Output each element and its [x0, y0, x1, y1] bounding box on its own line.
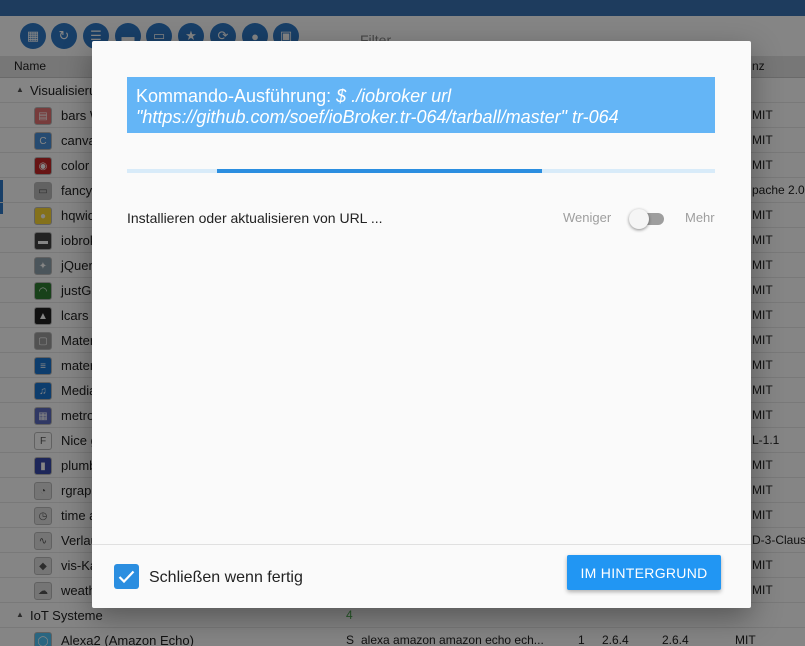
command-dialog: Kommando-Ausführung: $ ./iobroker url "h… [92, 41, 751, 608]
checkmark-icon [118, 570, 135, 583]
close-when-done-label[interactable]: Schließen wenn fertig [149, 569, 303, 587]
toggle-knob[interactable] [629, 209, 649, 229]
close-when-done-checkbox[interactable] [114, 564, 139, 589]
more-label: Mehr [685, 210, 715, 225]
footer-divider [92, 544, 751, 545]
less-label: Weniger [563, 210, 612, 225]
app-window: ▦ ↻ ☰ ▬ ▭ ★ ⟳ ● ▣ Filter Name nz ▲ Visua… [0, 0, 805, 646]
run-in-background-button[interactable]: IM HINTERGRUND [567, 555, 721, 590]
status-text: Installieren oder aktualisieren von URL … [127, 210, 383, 226]
command-banner: Kommando-Ausführung: $ ./iobroker url "h… [127, 77, 715, 133]
progress-indicator [217, 169, 542, 173]
progress-bar [127, 169, 715, 173]
command-prefix: Kommando-Ausführung: [136, 86, 337, 106]
verbosity-toggle[interactable] [629, 209, 667, 229]
